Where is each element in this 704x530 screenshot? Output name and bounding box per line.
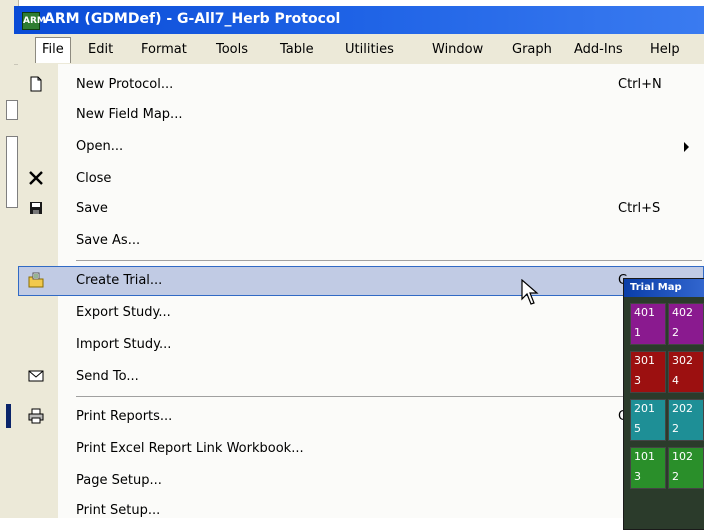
menu-item-label: Save (76, 201, 108, 216)
plot-treatment: 3 (634, 374, 641, 387)
file-menu-dropdown: New Protocol... Ctrl+N New Field Map... … (18, 64, 704, 518)
menu-item-new-protocol[interactable]: New Protocol... Ctrl+N (18, 70, 704, 100)
plot-number: 101 (634, 450, 655, 463)
trial-map-window[interactable]: Trial Map 401 1 402 2 301 3 302 4 201 5 202 2 101 3 10… (623, 278, 704, 530)
menu-item-label: New Protocol... (76, 77, 174, 92)
menu-item-label: Save As... (76, 233, 141, 248)
menu-item-shortcut: Ctrl+N (618, 77, 662, 92)
trial-map-plot[interactable]: 102 2 (668, 447, 704, 489)
menu-item-label: Create Trial... (76, 273, 163, 288)
floppy-disk-icon (28, 200, 44, 216)
menu-item-print-excel-report-link-workbook[interactable]: Print Excel Report Link Workbook... (18, 434, 704, 464)
menu-help[interactable]: Help (650, 42, 680, 57)
menu-edit[interactable]: Edit (88, 42, 113, 57)
menu-tools[interactable]: Tools (216, 42, 248, 57)
menu-item-close[interactable]: Close (18, 164, 704, 194)
partial-field (6, 100, 18, 120)
plot-number: 401 (634, 306, 655, 319)
menu-item-label: Print Excel Report Link Workbook... (76, 441, 304, 456)
menu-add-ins[interactable]: Add-Ins (574, 42, 623, 57)
trial-map-title: Trial Map (624, 279, 704, 297)
window-title: ARM (GDMDef) - G-All7_Herb Protocol (44, 11, 341, 27)
partial-panel (6, 136, 18, 208)
plot-treatment: 5 (634, 422, 641, 435)
partial-selection (6, 404, 11, 428)
title-bar: ARM ARM (GDMDef) - G-All7_Herb Protocol (14, 6, 704, 34)
menu-item-label: Import Study... (76, 337, 172, 352)
menu-table[interactable]: Table (280, 42, 314, 57)
menu-item-label: Print Reports... (76, 409, 173, 424)
plot-treatment: 4 (672, 374, 679, 387)
menu-item-print-reports[interactable]: Print Reports... C (18, 402, 704, 432)
envelope-icon (28, 368, 44, 384)
menu-item-save[interactable]: Save Ctrl+S (18, 194, 704, 224)
menu-format[interactable]: Format (141, 42, 187, 57)
menu-item-label: Page Setup... (76, 473, 162, 488)
trial-map-plot[interactable]: 202 2 (668, 399, 704, 441)
menu-item-label: Export Study... (76, 305, 171, 320)
menu-item-send-to[interactable]: Send To... (18, 362, 704, 392)
menu-item-open[interactable]: Open... (18, 132, 704, 162)
menu-item-page-setup[interactable]: Page Setup... (18, 466, 704, 496)
menu-file[interactable]: File (35, 37, 71, 63)
menu-item-shortcut: Ctrl+S (618, 201, 661, 216)
new-document-icon (28, 76, 44, 92)
menu-item-label: Open... (76, 139, 124, 154)
menu-utilities[interactable]: Utilities (345, 42, 394, 57)
plot-number: 301 (634, 354, 655, 367)
menu-separator (76, 260, 702, 261)
plot-treatment: 1 (634, 326, 641, 339)
create-trial-icon (28, 272, 44, 288)
menu-separator (76, 396, 702, 397)
trial-map-plot[interactable]: 201 5 (630, 399, 666, 441)
menu-item-label: Send To... (76, 369, 139, 384)
trial-map-plot[interactable]: 401 1 (630, 303, 666, 345)
trial-map-plot[interactable]: 402 2 (668, 303, 704, 345)
plot-treatment: 2 (672, 326, 679, 339)
app-icon: ARM (22, 12, 46, 30)
menu-bar: File Edit Format Tools Table Utilities W… (14, 34, 704, 65)
menu-window[interactable]: Window (432, 42, 483, 57)
printer-icon (28, 408, 44, 424)
plot-treatment: 3 (634, 470, 641, 483)
plot-treatment: 2 (672, 422, 679, 435)
submenu-arrow-icon (684, 142, 689, 152)
menu-item-label: New Field Map... (76, 107, 183, 122)
menu-item-export-study[interactable]: Export Study... (18, 298, 704, 328)
menu-item-import-study[interactable]: Import Study... (18, 330, 704, 360)
mouse-cursor-icon (521, 279, 539, 305)
app-left-edge (0, 0, 19, 518)
trial-map-plot[interactable]: 301 3 (630, 351, 666, 393)
menu-graph[interactable]: Graph (512, 42, 552, 57)
menu-item-label: Print Setup... (76, 503, 161, 518)
plot-number: 202 (672, 402, 693, 415)
menu-item-create-trial[interactable]: Create Trial... C (18, 266, 704, 296)
menu-item-save-as[interactable]: Save As... (18, 226, 704, 256)
close-icon (28, 170, 44, 186)
trial-map-plot[interactable]: 101 3 (630, 447, 666, 489)
plot-treatment: 2 (672, 470, 679, 483)
trial-map-plot[interactable]: 302 4 (668, 351, 704, 393)
menu-item-label: Close (76, 171, 112, 186)
plot-number: 102 (672, 450, 693, 463)
menu-item-print-setup[interactable]: Print Setup... (18, 496, 704, 526)
plot-number: 302 (672, 354, 693, 367)
menu-item-new-field-map[interactable]: New Field Map... (18, 100, 704, 130)
plot-number: 201 (634, 402, 655, 415)
plot-number: 402 (672, 306, 693, 319)
